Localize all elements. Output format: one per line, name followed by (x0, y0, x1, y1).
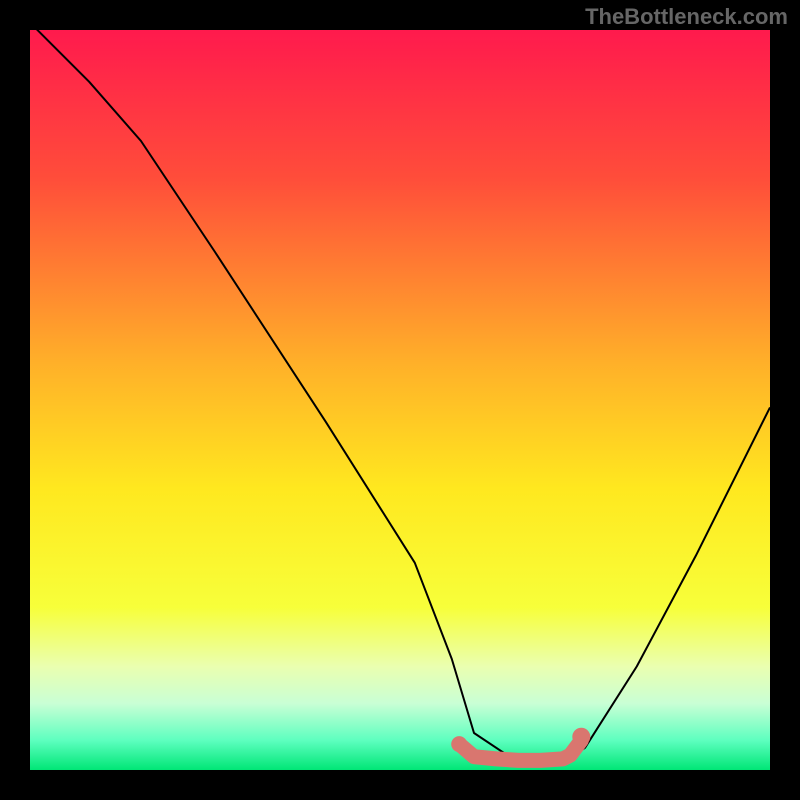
watermark-text: TheBottleneck.com (585, 4, 788, 30)
chart-svg (0, 0, 800, 800)
marker-dot (572, 728, 590, 746)
marker-dot (451, 736, 467, 752)
chart-container: TheBottleneck.com (0, 0, 800, 800)
